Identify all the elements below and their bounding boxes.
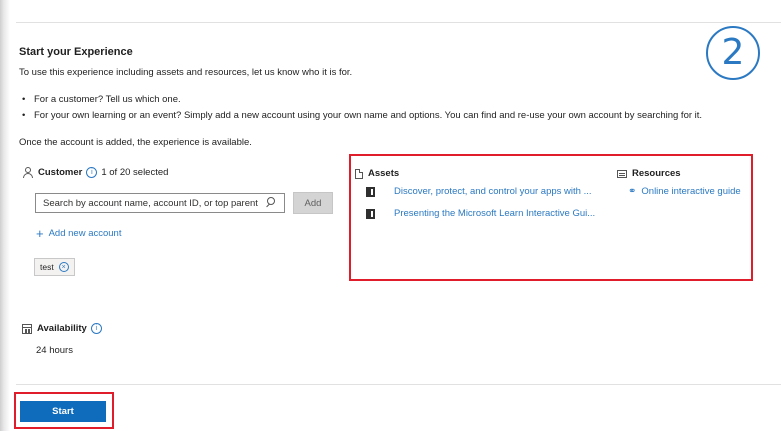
step-number-badge: 2 (706, 26, 760, 80)
bullet-item-own-learning: For your own learning or an event? Simpl… (22, 110, 702, 121)
availability-label: Availability (37, 323, 87, 334)
customer-search-input[interactable] (36, 196, 262, 210)
asset-item[interactable]: Discover, protect, and control your apps… (366, 186, 591, 197)
asset-link[interactable]: Presenting the Microsoft Learn Interacti… (394, 208, 595, 219)
link-icon: ⚭ (628, 185, 637, 197)
customer-search-box[interactable] (35, 193, 285, 213)
asset-link[interactable]: Discover, protect, and control your apps… (394, 186, 591, 197)
availability-value: 24 hours (36, 345, 73, 356)
page-title: Start your Experience (19, 46, 133, 58)
info-icon[interactable]: i (86, 167, 98, 178)
bottom-divider (16, 384, 781, 385)
info-icon[interactable]: i (90, 323, 102, 334)
add-new-account-label: Add new account (48, 228, 122, 239)
office-icon (366, 208, 375, 219)
start-button[interactable]: Start (20, 401, 106, 422)
resources-label: Resources (632, 168, 681, 179)
customer-header: Customer i 1 of 20 selected (22, 167, 168, 178)
assets-header: Assets (355, 168, 399, 179)
resource-link[interactable]: Online interactive guide (641, 186, 740, 197)
plus-icon: + (36, 226, 44, 241)
availability-note: Once the account is added, the experienc… (19, 137, 252, 148)
availability-header: Availability i (22, 323, 102, 334)
top-divider (16, 22, 781, 23)
remove-chip-icon[interactable]: × (58, 262, 69, 272)
selected-count: 1 of 20 selected (101, 167, 169, 178)
intro-text: To use this experience including assets … (19, 67, 353, 78)
resources-header: Resources (617, 168, 681, 179)
resource-item[interactable]: ⚭ Online interactive guide (628, 186, 741, 197)
resources-icon (617, 169, 627, 178)
add-new-account-link[interactable]: + Add new account (36, 227, 121, 240)
calendar-icon (22, 323, 32, 334)
chip-label: test (40, 262, 54, 272)
window-edge-shadow (0, 0, 10, 431)
bullet-item-customer: For a customer? Tell us which one. (22, 94, 181, 105)
search-icon[interactable] (262, 194, 280, 212)
add-button[interactable]: Add (293, 192, 333, 214)
asset-item[interactable]: Presenting the Microsoft Learn Interacti… (366, 208, 595, 219)
selected-account-chip: test × (34, 258, 75, 276)
customer-label: Customer (38, 167, 83, 178)
document-icon (355, 168, 363, 179)
assets-label: Assets (368, 168, 400, 179)
person-icon (22, 167, 33, 178)
office-icon (366, 186, 375, 197)
